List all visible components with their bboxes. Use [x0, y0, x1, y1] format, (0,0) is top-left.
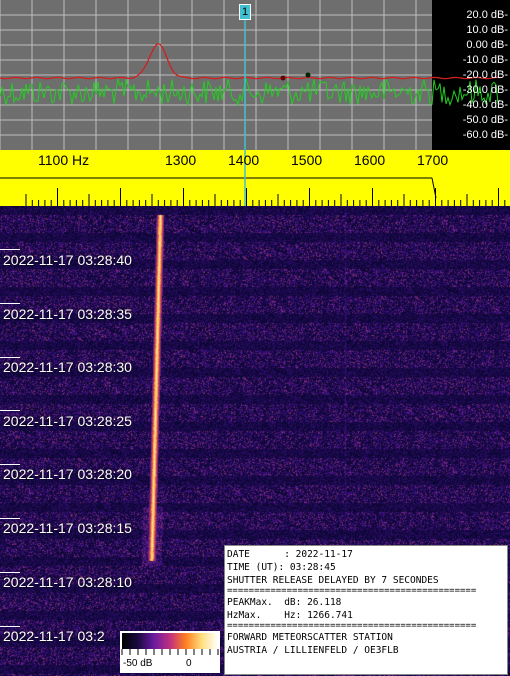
peak-dot — [280, 75, 286, 81]
date-line: DATE : 2022-11-17 — [227, 549, 353, 560]
timestamp-label: 2022-11-17 03:28:25 — [3, 413, 132, 429]
freq-label: 1700 — [417, 152, 449, 168]
db-label: -60.0 dB- — [462, 129, 508, 141]
timestamp-label: 2022-11-17 03:28:15 — [3, 520, 132, 536]
station-line: FORWARD METEORSCATTER STATION — [227, 632, 393, 643]
timestamp-label: 2022-11-17 03:28:40 — [3, 252, 132, 268]
timestamp-label: 2022-11-17 03:28:30 — [3, 359, 132, 375]
db-label: 10.0 dB- — [466, 24, 508, 36]
timestamp-tick — [0, 518, 20, 519]
timestamp-tick — [0, 303, 20, 304]
db-label: -50.0 dB- — [462, 114, 508, 126]
spectrum-panel: 20.0 dB- 10.0 dB- 0.00 dB- -10.0 dB- -20… — [0, 0, 510, 150]
db-label: -10.0 dB- — [462, 54, 508, 66]
shutter-line: SHUTTER RELEASE DELAYED BY 7 SECONDES — [227, 575, 439, 586]
db-label: -20.0 dB- — [462, 69, 508, 81]
freq-label: 1300 — [165, 152, 197, 168]
timestamp-label: 2022-11-17 03:28:35 — [3, 306, 132, 322]
info-box: DATE : 2022-11-17 TIME (UT): 03:28:45 SH… — [224, 545, 508, 675]
timestamp-tick — [0, 410, 20, 411]
timestamp-tick — [0, 626, 20, 627]
freq-label: 1500 — [291, 152, 323, 168]
location-line: AUSTRIA / LILLIENFELD / OE3FLB — [227, 645, 399, 656]
time-line: TIME (UT): 03:28:45 — [227, 562, 336, 573]
timestamp-tick — [0, 249, 20, 250]
frequency-ruler[interactable]: 1100 Hz 1300 1400 1500 1600 1700 — [0, 150, 510, 206]
db-label: -30.0 dB- — [462, 84, 508, 96]
legend-max-label: 0 — [186, 658, 192, 669]
timestamp-tick — [0, 357, 20, 358]
db-label: -40.0 dB- — [462, 99, 508, 111]
live-trace — [0, 77, 501, 107]
spectrum-plot — [0, 0, 510, 150]
timestamp-tick — [0, 572, 20, 573]
timestamp-label: 2022-11-17 03:28:10 — [3, 574, 132, 590]
db-label: 20.0 dB- — [466, 9, 508, 21]
color-scale-legend: -50 dB 0 — [120, 631, 220, 673]
legend-min-label: -50 dB — [123, 658, 153, 669]
separator: ========================================… — [227, 622, 477, 631]
peak-line: PEAKMax. dB: 26.118 — [227, 597, 342, 608]
db-label: 0.00 dB- — [466, 39, 508, 51]
freq-label: 1600 — [354, 152, 386, 168]
frequency-marker-label[interactable]: 1 — [239, 4, 251, 20]
freq-label: 1400 — [228, 152, 260, 168]
average-trace — [0, 43, 501, 80]
timestamp-label: 2022-11-17 03:2 — [3, 628, 105, 644]
separator: ========================================… — [227, 587, 477, 596]
freq-label: 1100 Hz — [38, 152, 90, 168]
meteor-scatter-display: 20.0 dB- 10.0 dB- 0.00 dB- -10.0 dB- -20… — [0, 0, 510, 676]
hz-line: HzMax. Hz: 1266.741 — [227, 610, 353, 621]
timestamp-tick — [0, 464, 20, 465]
peak-dot — [305, 72, 311, 78]
timestamp-label: 2022-11-17 03:28:20 — [3, 466, 132, 482]
